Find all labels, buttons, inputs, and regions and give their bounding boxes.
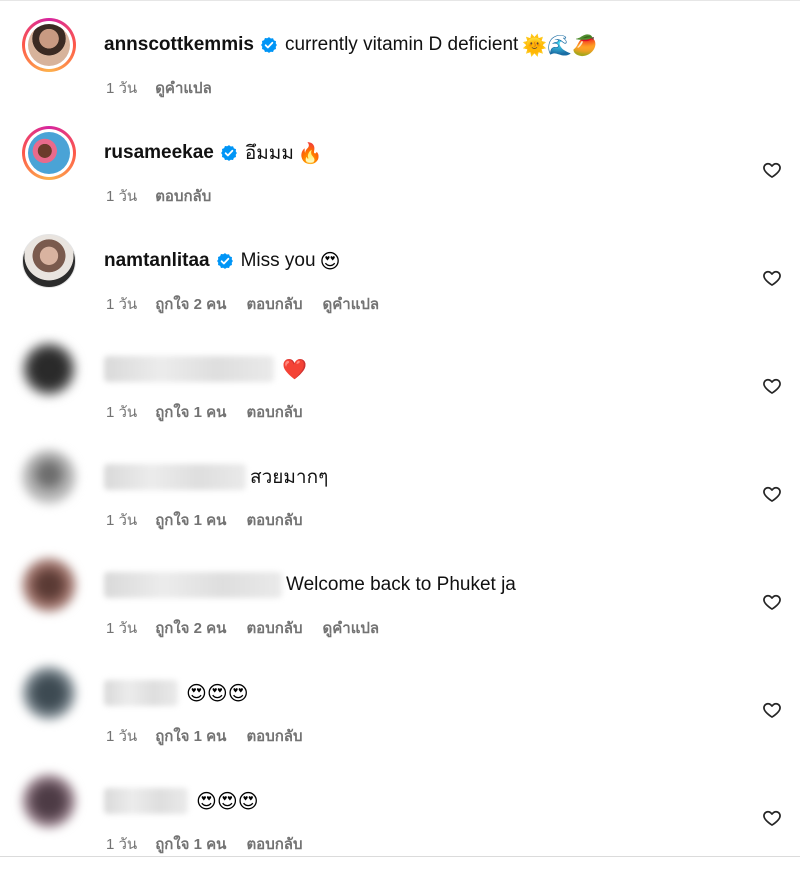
comment-meta: 1 วัน ถูกใจ 1 คน ตอบกลับ — [106, 724, 323, 748]
timestamp[interactable]: 1 วัน — [106, 292, 137, 316]
timestamp[interactable]: 1 วัน — [106, 616, 137, 640]
reply-button[interactable]: ตอบกลับ — [246, 508, 302, 532]
comment-line: namtanlitaa Miss you 😍 — [104, 248, 340, 274]
verified-badge-icon — [216, 252, 234, 270]
comment-line: 😍😍😍 — [104, 788, 259, 814]
comment-row: สวยมากๆ 1 วัน ถูกใจ 1 คน ตอบกลับ — [0, 450, 800, 550]
username-link[interactable]: rusameekae — [104, 142, 214, 164]
comment-meta: 1 วัน ถูกใจ 1 คน ตอบกลับ — [106, 508, 323, 532]
comment-emoji: ❤️ — [282, 357, 307, 381]
timestamp[interactable]: 1 วัน — [106, 724, 137, 748]
blurred-username[interactable] — [104, 572, 282, 598]
avatar[interactable] — [22, 774, 76, 828]
comment-row: rusameekae อึมมม 🔥 1 วัน ตอบกลับ — [0, 126, 800, 226]
comment-line: Welcome back to Phuket ja — [104, 572, 516, 598]
comment-line: ❤️ — [104, 356, 307, 382]
comment-row: namtanlitaa Miss you 😍 1 วัน ถูกใจ 2 คน ตอบกล… — [0, 234, 800, 334]
blurred-username[interactable] — [104, 680, 178, 706]
heart-icon[interactable] — [762, 160, 782, 180]
username-link[interactable]: annscottkemmis — [104, 34, 254, 56]
comment-meta: 1 วัน ตอบกลับ — [106, 184, 231, 208]
comment-emoji: 😍😍😍 — [196, 789, 259, 813]
comment-meta: 1 วัน ถูกใจ 2 คน ตอบกลับ ดูคำแปล — [106, 616, 399, 640]
comment-row: annscottkemmis currently vitamin D defici… — [0, 18, 800, 118]
likes-count[interactable]: ถูกใจ 1 คน — [155, 832, 226, 856]
likes-count[interactable]: ถูกใจ 1 คน — [155, 508, 226, 532]
reply-button[interactable]: ตอบกลับ — [155, 184, 211, 208]
timestamp[interactable]: 1 วัน — [106, 508, 137, 532]
comment-meta: 1 วัน ดูคำแปล — [106, 76, 232, 100]
comment-emoji: 😍 — [319, 249, 341, 273]
comment-line: 😍😍😍 — [104, 680, 249, 706]
heart-icon[interactable] — [762, 808, 782, 828]
avatar[interactable] — [22, 18, 76, 72]
heart-icon[interactable] — [762, 700, 782, 720]
comment-emoji: 😍😍😍 — [186, 681, 249, 705]
timestamp[interactable]: 1 วัน — [106, 832, 137, 856]
comment-row: 😍😍😍 1 วัน ถูกใจ 1 คน ตอบกลับ — [0, 774, 800, 874]
avatar[interactable] — [22, 234, 76, 288]
see-translation-button[interactable]: ดูคำแปล — [323, 292, 380, 316]
likes-count[interactable]: ถูกใจ 2 คน — [155, 616, 226, 640]
reply-button[interactable]: ตอบกลับ — [246, 832, 302, 856]
likes-count[interactable]: ถูกใจ 1 คน — [155, 400, 226, 424]
reply-button[interactable]: ตอบกลับ — [246, 400, 302, 424]
comment-row: 😍😍😍 1 วัน ถูกใจ 1 คน ตอบกลับ — [0, 666, 800, 766]
timestamp[interactable]: 1 วัน — [106, 400, 137, 424]
heart-icon[interactable] — [762, 484, 782, 504]
avatar[interactable] — [22, 342, 76, 396]
reply-button[interactable]: ตอบกลับ — [246, 292, 302, 316]
avatar[interactable] — [22, 450, 76, 504]
avatar[interactable] — [22, 558, 76, 612]
verified-badge-icon — [260, 36, 278, 54]
timestamp[interactable]: 1 วัน — [106, 76, 137, 100]
verified-badge-icon — [220, 144, 238, 162]
see-translation-button[interactable]: ดูคำแปล — [155, 76, 212, 100]
avatar[interactable] — [22, 126, 76, 180]
comment-row: ❤️ 1 วัน ถูกใจ 1 คน ตอบกลับ — [0, 342, 800, 442]
bottom-divider — [0, 856, 800, 857]
blurred-username[interactable] — [104, 464, 246, 490]
top-divider — [0, 0, 800, 1]
comment-text: Welcome back to Phuket ja — [286, 574, 516, 595]
see-translation-button[interactable]: ดูคำแปล — [323, 616, 380, 640]
comment-meta: 1 วัน ถูกใจ 1 คน ตอบกลับ — [106, 832, 323, 856]
likes-count[interactable]: ถูกใจ 2 คน — [155, 292, 226, 316]
comment-line: สวยมากๆ — [104, 464, 328, 490]
heart-icon[interactable] — [762, 592, 782, 612]
avatar[interactable] — [22, 666, 76, 720]
comment-meta: 1 วัน ถูกใจ 2 คน ตอบกลับ ดูคำแปล — [106, 292, 399, 316]
comment-line: annscottkemmis currently vitamin D defici… — [104, 32, 597, 58]
blurred-username[interactable] — [104, 356, 274, 382]
comment-text: currently vitamin D deficient — [284, 34, 519, 55]
comment-emoji: 🌞🌊🥭 — [522, 33, 598, 57]
heart-icon[interactable] — [762, 376, 782, 396]
blurred-username[interactable] — [104, 788, 188, 814]
comment-line: rusameekae อึมมม 🔥 — [104, 140, 323, 166]
comment-text: สวยมากๆ — [250, 467, 329, 488]
timestamp[interactable]: 1 วัน — [106, 184, 137, 208]
comment-text: อึมมม — [244, 143, 294, 164]
comment-row: Welcome back to Phuket ja 1 วัน ถูกใจ 2 คน… — [0, 558, 800, 658]
comment-text: Miss you — [240, 250, 316, 271]
comment-emoji: 🔥 — [297, 141, 323, 165]
heart-icon[interactable] — [762, 268, 782, 288]
reply-button[interactable]: ตอบกลับ — [246, 724, 302, 748]
reply-button[interactable]: ตอบกลับ — [246, 616, 302, 640]
likes-count[interactable]: ถูกใจ 1 คน — [155, 724, 226, 748]
comment-meta: 1 วัน ถูกใจ 1 คน ตอบกลับ — [106, 400, 323, 424]
username-link[interactable]: namtanlitaa — [104, 250, 210, 272]
